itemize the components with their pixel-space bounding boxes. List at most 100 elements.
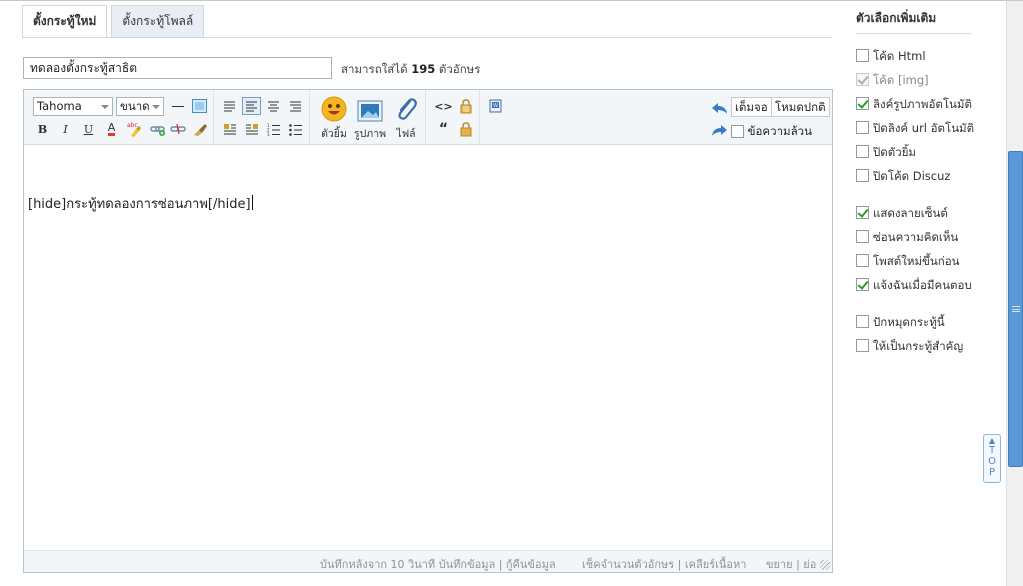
option-checkbox[interactable] bbox=[856, 339, 869, 352]
align-justify-icon bbox=[246, 101, 257, 111]
plain-text-checkbox[interactable] bbox=[731, 125, 744, 138]
text-tools[interactable]: เช็คจำนวนตัวอักษร | เคลียร์เนื้อหา bbox=[582, 555, 746, 573]
align-left-button[interactable] bbox=[220, 97, 239, 115]
resize-grip-icon[interactable] bbox=[820, 560, 830, 570]
option-label: แจ้งฉันเมื่อมีคนตอบ bbox=[873, 278, 972, 292]
quote-button[interactable]: “ bbox=[434, 120, 453, 138]
redo-button[interactable] bbox=[710, 121, 729, 139]
option-item[interactable]: ปิดตัวยิ้ม bbox=[856, 144, 916, 162]
option-item[interactable]: โค้ด Html bbox=[856, 48, 926, 66]
word-import-button[interactable]: W bbox=[486, 97, 505, 115]
align-justify-button[interactable] bbox=[242, 97, 261, 115]
page-scrollbar[interactable] bbox=[1006, 1, 1023, 586]
options-title: ตัวเลือกเพิ่มเติม bbox=[856, 11, 937, 25]
option-item[interactable]: โพสต์ใหม่ขึ้นก่อน bbox=[856, 253, 959, 271]
option-label: ปิดตัวยิ้ม bbox=[873, 145, 917, 159]
svg-text:abc: abc bbox=[127, 122, 138, 129]
autosave-status[interactable]: บันทึกหลังจาก 10 วินาที บันทึกข้อมูล | ก… bbox=[320, 555, 556, 573]
highlight-button[interactable]: abc bbox=[125, 120, 144, 138]
option-item[interactable]: ปักหมุดกระทู้นี้ bbox=[856, 314, 945, 332]
tab-new-poll[interactable]: ตั้งกระทู้โพลล์ bbox=[111, 5, 205, 37]
undo-button[interactable] bbox=[710, 99, 729, 117]
option-checkbox[interactable] bbox=[856, 97, 869, 110]
plain-text-toggle[interactable]: ข้อความล้วน bbox=[731, 123, 812, 141]
italic-button[interactable]: I bbox=[56, 120, 75, 138]
float-left-icon bbox=[223, 124, 236, 135]
smiley-icon bbox=[321, 96, 347, 122]
word-document-icon: W bbox=[489, 99, 502, 113]
chevron-down-icon bbox=[101, 105, 109, 109]
option-label: ปิดลิงค์ url อัตโนมัติ bbox=[873, 121, 975, 135]
insert-link-button[interactable] bbox=[148, 120, 167, 138]
editor-toolbar: Tahoma ขนาด B I U A abc 1 2 3 ตัวยิ้ม รู… bbox=[24, 90, 832, 145]
option-item[interactable]: แจ้งฉันเมื่อมีคนตอบ bbox=[856, 277, 972, 295]
option-label: โพสต์ใหม่ขึ้นก่อน bbox=[873, 254, 960, 268]
hide-content-button[interactable] bbox=[456, 97, 475, 115]
option-checkbox[interactable] bbox=[856, 145, 869, 158]
background-color-button[interactable] bbox=[190, 97, 209, 115]
option-item[interactable]: ให้เป็นกระทู้สำคัญ bbox=[856, 338, 963, 356]
option-item[interactable]: ปิดโค้ด Discuz bbox=[856, 168, 950, 186]
fullscreen-button[interactable]: เต็มจอ bbox=[731, 97, 772, 117]
option-checkbox[interactable] bbox=[856, 49, 869, 62]
underline-button[interactable]: U bbox=[79, 120, 98, 138]
option-item[interactable]: แสดงลายเซ็นต์ bbox=[856, 205, 948, 223]
unordered-list-button[interactable] bbox=[286, 120, 305, 138]
horizontal-rule-button[interactable] bbox=[168, 97, 187, 115]
resize-controls[interactable]: ขยาย | ย่อ bbox=[766, 555, 816, 573]
option-checkbox[interactable] bbox=[856, 315, 869, 328]
font-group: Tahoma ขนาด B I U A abc bbox=[24, 90, 214, 145]
lock-grid-icon bbox=[460, 98, 471, 113]
option-item[interactable]: ซ่อนความคิดเห็น bbox=[856, 229, 958, 247]
editor-content[interactable]: [hide]กระทู้ทดลองการซ่อนภาพ[/hide] bbox=[28, 193, 253, 214]
scroll-grip-icon bbox=[1012, 306, 1020, 312]
post-type-tabs: ตั้งกระทู้ใหม่ ตั้งกระทู้โพลล์ bbox=[22, 5, 208, 38]
clear-format-button[interactable] bbox=[190, 120, 209, 138]
plain-text-label: ข้อความล้วน bbox=[747, 124, 812, 138]
align-right-icon bbox=[290, 101, 301, 111]
font-family-select[interactable]: Tahoma bbox=[33, 97, 113, 116]
horizontal-rule-icon bbox=[171, 105, 184, 107]
insert-group: ตัวยิ้ม รูปภาพ ไฟล์ bbox=[310, 90, 426, 145]
ordered-list-button[interactable]: 123 bbox=[264, 120, 283, 138]
scrollbar-thumb[interactable] bbox=[1008, 151, 1023, 467]
post-form: ตั้งกระทู้ใหม่ ตั้งกระทู้โพลล์ สามารถใส่… bbox=[0, 0, 1023, 586]
option-checkbox[interactable] bbox=[856, 254, 869, 267]
font-size-select[interactable]: ขนาด bbox=[116, 97, 164, 116]
option-item[interactable]: ลิงค์รูปภาพอัตโนมัติ bbox=[856, 96, 972, 114]
unlink-button[interactable] bbox=[168, 120, 187, 138]
option-item[interactable]: ปิดลิงค์ url อัตโนมัติ bbox=[856, 120, 974, 138]
ordered-list-icon: 123 bbox=[267, 123, 280, 136]
option-checkbox[interactable] bbox=[856, 206, 869, 219]
option-label: ให้เป็นกระทู้สำคัญ bbox=[873, 339, 964, 353]
align-center-button[interactable] bbox=[264, 97, 283, 115]
option-item[interactable]: โค้ด [img] bbox=[856, 72, 929, 90]
float-left-button[interactable] bbox=[220, 120, 239, 138]
option-label: ซ่อนความคิดเห็น bbox=[873, 230, 959, 244]
insert-image-button[interactable]: รูปภาพ bbox=[350, 94, 390, 144]
option-checkbox[interactable] bbox=[856, 278, 869, 291]
highlighter-icon: abc bbox=[127, 122, 141, 137]
smiley-button[interactable]: ตัวยิ้ม bbox=[314, 94, 354, 144]
option-checkbox[interactable] bbox=[856, 121, 869, 134]
attach-file-button[interactable]: ไฟล์ bbox=[386, 94, 426, 144]
option-label: ลิงค์รูปภาพอัตโนมัติ bbox=[873, 97, 972, 111]
lock-icon bbox=[460, 121, 471, 136]
option-checkbox bbox=[856, 73, 869, 86]
bold-button[interactable]: B bbox=[33, 120, 52, 138]
eraser-brush-icon bbox=[193, 124, 207, 136]
background-icon bbox=[192, 99, 207, 113]
font-color-button[interactable]: A bbox=[102, 120, 121, 138]
hint-count: 195 bbox=[411, 62, 436, 76]
code-button[interactable]: <> bbox=[434, 97, 453, 115]
option-checkbox[interactable] bbox=[856, 230, 869, 243]
back-to-top-button[interactable]: ▲ TOP bbox=[983, 434, 1001, 483]
normal-mode-button[interactable]: โหมดปกติ bbox=[771, 97, 830, 117]
password-lock-button[interactable] bbox=[456, 120, 475, 138]
subject-input[interactable] bbox=[23, 57, 332, 79]
code-group: <> “ bbox=[426, 90, 480, 145]
option-checkbox[interactable] bbox=[856, 169, 869, 182]
tab-new-thread[interactable]: ตั้งกระทู้ใหม่ bbox=[22, 5, 108, 38]
align-right-button[interactable] bbox=[286, 97, 305, 115]
float-right-button[interactable] bbox=[242, 120, 261, 138]
